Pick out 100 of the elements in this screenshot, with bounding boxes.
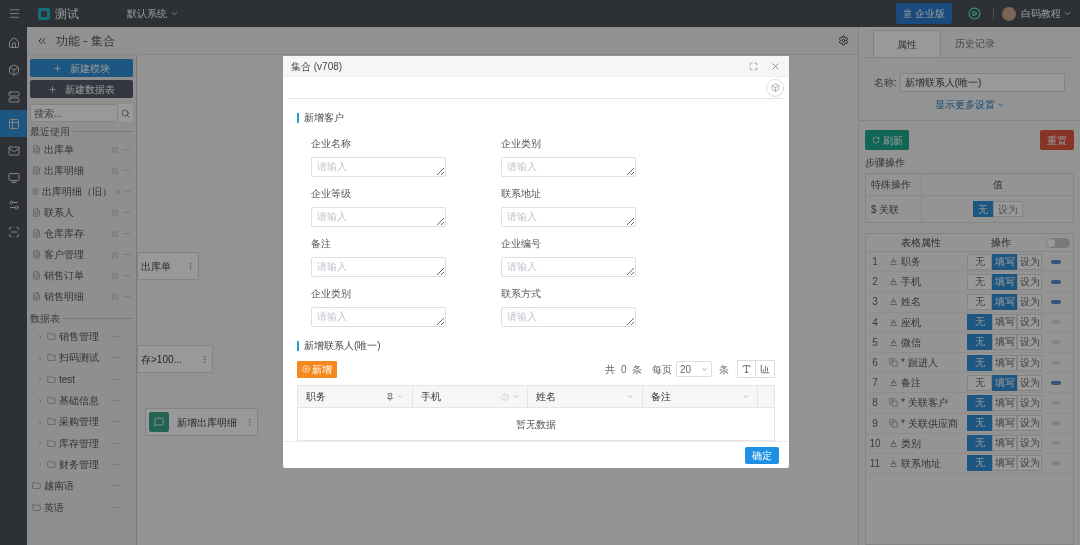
menu-icon[interactable] xyxy=(8,7,21,20)
refresh-button[interactable]: 刷新 xyxy=(865,130,909,150)
expand-icon[interactable] xyxy=(36,439,44,448)
option-segment[interactable]: 无 xyxy=(967,415,992,432)
column-header[interactable]: 备注 xyxy=(643,386,758,408)
expand-icon[interactable] xyxy=(36,460,44,469)
option-segment[interactable]: 填写 xyxy=(992,394,1017,411)
visibility-indicator[interactable] xyxy=(1051,279,1061,284)
option-segment[interactable]: 填写 xyxy=(992,455,1017,472)
option-segment[interactable]: 设为 xyxy=(1017,354,1042,371)
table-folder-item[interactable]: 英语 xyxy=(30,496,133,518)
option-segment[interactable]: 无 xyxy=(967,314,992,331)
option-segment[interactable]: 填写 xyxy=(992,354,1017,371)
sliders-icon[interactable] xyxy=(111,229,119,238)
option-segment[interactable]: 填写 xyxy=(992,314,1017,331)
option-segment[interactable]: 设为 xyxy=(992,201,1023,217)
table-folder-item[interactable]: 财务管理 xyxy=(30,453,133,476)
expand-icon[interactable] xyxy=(36,353,44,362)
visibility-indicator[interactable] xyxy=(1051,259,1061,264)
option-segment[interactable]: 无 xyxy=(967,435,992,452)
option-segment[interactable]: 填写 xyxy=(992,253,1017,270)
node-menu-icon[interactable] xyxy=(200,354,209,364)
sliders-icon[interactable] xyxy=(111,208,119,217)
option-segment[interactable]: 设为 xyxy=(1017,253,1042,270)
option-segment[interactable]: 填写 xyxy=(992,273,1017,290)
flow-node[interactable]: 新增出库明细 xyxy=(145,408,258,436)
pin-icon[interactable] xyxy=(386,392,394,401)
option-segment[interactable]: 设为 xyxy=(1017,455,1042,472)
reset-button[interactable]: 重置 xyxy=(1040,130,1074,150)
new-button[interactable]: 新建模块 xyxy=(30,59,133,77)
sliders-icon[interactable] xyxy=(111,271,119,280)
help-icon[interactable] xyxy=(501,392,509,401)
option-segment[interactable]: 无 xyxy=(967,253,992,270)
option-segment[interactable]: 无 xyxy=(972,201,993,217)
settings-icon[interactable] xyxy=(838,35,849,46)
close-icon[interactable] xyxy=(770,60,781,72)
option-segment[interactable]: 填写 xyxy=(992,435,1017,452)
option-segment[interactable]: 无 xyxy=(967,334,992,351)
recent-item[interactable]: 出库明细 xyxy=(30,160,133,181)
flow-node[interactable]: 存>100... xyxy=(137,345,213,373)
add-button[interactable]: 新增 xyxy=(297,360,337,378)
user-menu[interactable]: 白码教程 xyxy=(1021,6,1072,21)
option-segment[interactable]: 填写 xyxy=(992,334,1017,351)
table-folder-item[interactable]: 扫码测试 xyxy=(30,347,133,369)
recent-item[interactable]: 出库单 xyxy=(30,139,133,160)
option-segment[interactable]: 设为 xyxy=(1017,314,1042,331)
expand-icon[interactable] xyxy=(36,396,44,405)
node-menu-icon[interactable] xyxy=(186,261,195,271)
recent-item[interactable]: 仓库库存 xyxy=(30,223,133,244)
flow-node[interactable]: 出库单 xyxy=(137,252,199,280)
play-icon[interactable] xyxy=(968,7,981,20)
column-header[interactable]: 姓名 xyxy=(528,386,643,408)
table-folder-item[interactable]: 基础信息 xyxy=(30,389,133,412)
sliders-icon[interactable] xyxy=(111,166,119,175)
option-segment[interactable]: 无 xyxy=(967,374,992,391)
visibility-indicator[interactable] xyxy=(1051,380,1061,385)
option-segment[interactable]: 填写 xyxy=(992,374,1017,391)
caret-icon[interactable] xyxy=(742,393,749,401)
panel-tab[interactable]: 历史记录 xyxy=(941,30,1009,57)
table-folder-item[interactable]: 采购管理 xyxy=(30,411,133,433)
visibility-indicator[interactable] xyxy=(1051,299,1061,304)
panel-tab[interactable]: 属性 xyxy=(873,30,941,57)
system-dropdown[interactable]: 默认系统 xyxy=(127,6,179,21)
option-segment[interactable]: 设为 xyxy=(1017,293,1042,310)
option-segment[interactable]: 无 xyxy=(967,455,992,472)
sliders-icon[interactable] xyxy=(111,145,119,154)
name-field[interactable]: 新增联系人(唯一) xyxy=(899,73,1065,92)
search-icon[interactable] xyxy=(121,108,130,118)
option-segment[interactable]: 设为 xyxy=(1017,334,1042,351)
page-size-select[interactable]: 20 xyxy=(676,361,712,378)
avatar[interactable] xyxy=(1002,6,1016,21)
maximize-icon[interactable] xyxy=(749,61,758,71)
caret-icon[interactable] xyxy=(397,393,404,401)
option-segment[interactable]: 填写 xyxy=(992,415,1017,432)
node-menu-icon[interactable] xyxy=(245,417,254,427)
confirm-button[interactable]: 确定 xyxy=(745,446,779,464)
expand-icon[interactable] xyxy=(36,332,44,341)
column-header[interactable]: 手机 xyxy=(413,386,528,408)
option-segment[interactable]: 无 xyxy=(967,394,992,411)
option-segment[interactable]: 设为 xyxy=(1017,273,1042,290)
option-segment[interactable]: 无 xyxy=(967,273,992,290)
table-folder-item[interactable]: test xyxy=(30,368,133,390)
recent-item[interactable]: 联系人 xyxy=(30,202,133,223)
edition-button[interactable]: 企业版 xyxy=(896,3,952,24)
rail-item[interactable] xyxy=(0,110,27,137)
option-segment[interactable]: 无 xyxy=(967,354,992,371)
column-header[interactable]: 职务 xyxy=(298,386,413,408)
expand-icon[interactable] xyxy=(36,417,44,426)
table-folder-item[interactable]: 越南语 xyxy=(30,475,133,497)
caret-icon[interactable] xyxy=(627,393,634,401)
recent-item[interactable]: 销售订单 xyxy=(30,265,133,286)
option-segment[interactable]: 填写 xyxy=(992,293,1017,310)
more-settings-link[interactable]: 显示更多设置 xyxy=(934,97,1005,112)
recent-item[interactable]: 客户管理 xyxy=(30,244,133,265)
option-segment[interactable]: 设为 xyxy=(1017,415,1042,432)
option-segment[interactable]: 设为 xyxy=(1017,435,1042,452)
toggle-switch[interactable] xyxy=(1046,237,1070,248)
search-field[interactable]: 搜索... xyxy=(30,104,118,122)
expand-icon[interactable] xyxy=(36,375,44,384)
caret-icon[interactable] xyxy=(512,393,519,401)
